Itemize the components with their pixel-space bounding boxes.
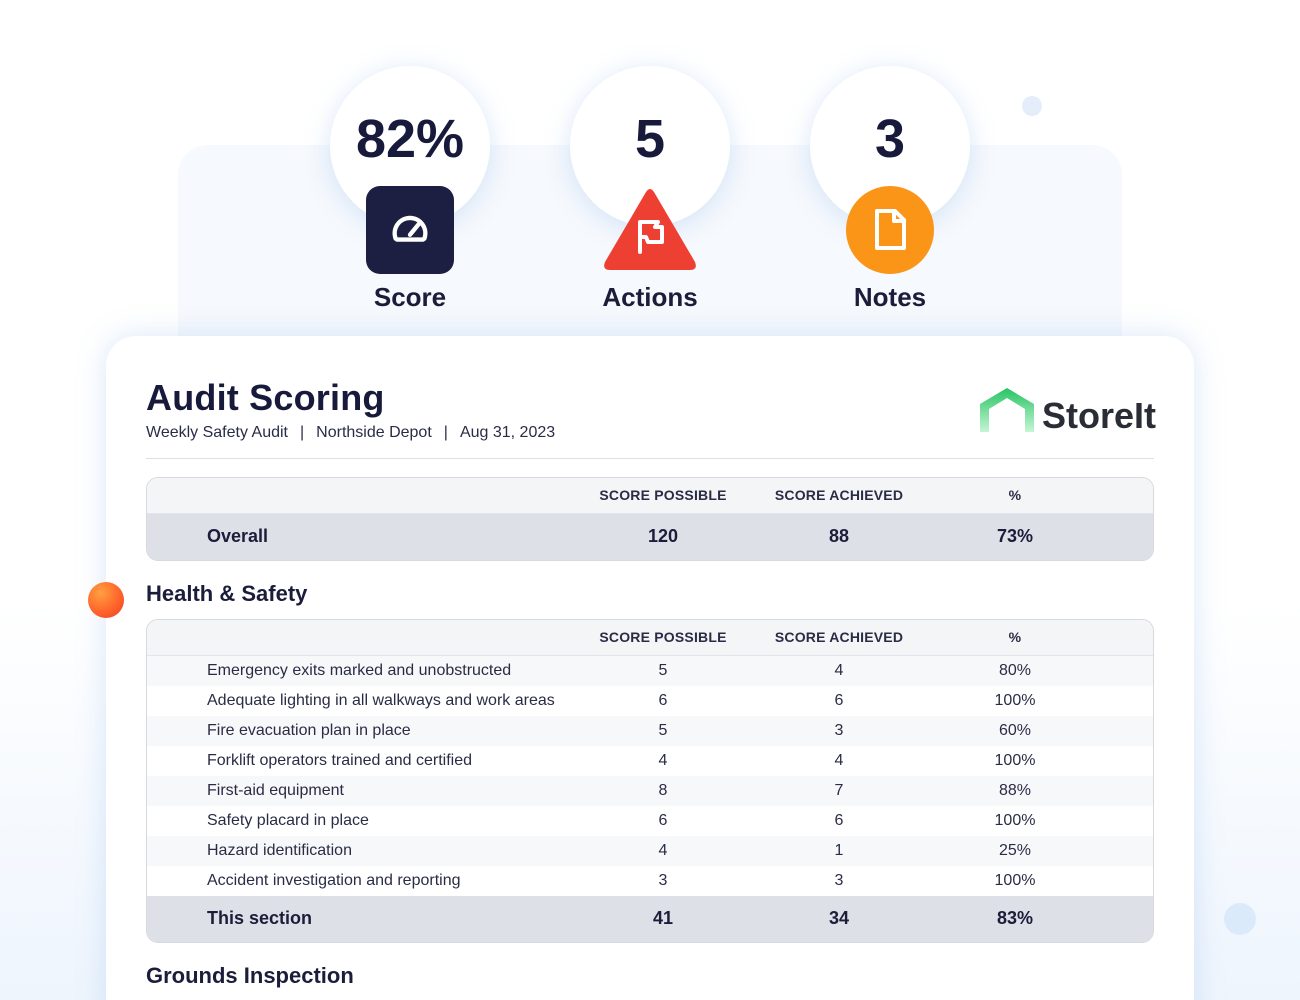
company-logo: StoreIt — [976, 384, 1156, 434]
score-achieved: 4 — [834, 661, 844, 679]
table-body: Emergency exits marked and unobstructed … — [147, 655, 1153, 896]
score-percent: 80% — [998, 661, 1032, 679]
question-label: Hazard identification — [207, 841, 352, 859]
score-achieved: 6 — [834, 691, 844, 709]
audit-site: Northside Depot — [316, 423, 432, 441]
speedometer-icon — [366, 186, 454, 274]
col-score-achieved: SCORE ACHIEVED — [774, 629, 904, 646]
question-label: Emergency exits marked and unobstructed — [207, 661, 512, 679]
section-total-row: This section 41 34 83% — [147, 895, 1153, 942]
overall-row: Overall 120 88 73% — [147, 513, 1153, 560]
table-row: Safety placard in place 6 6 100% — [147, 806, 1153, 836]
score-achieved: 6 — [834, 811, 844, 829]
meta-separator: | — [443, 423, 448, 441]
stat-actions: 5 Actions — [570, 66, 730, 312]
table-header: SCORE POSSIBLE SCORE ACHIEVED % — [147, 619, 1153, 656]
table-row: Emergency exits marked and unobstructed … — [147, 655, 1153, 686]
row-label: Overall — [207, 526, 269, 547]
score-possible: 6 — [658, 691, 668, 709]
question-label: Forklift operators trained and certified — [207, 751, 473, 769]
question-label: Adequate lighting in all walkways and wo… — [207, 691, 555, 709]
score-possible: 8 — [658, 781, 668, 799]
table-row: Adequate lighting in all walkways and wo… — [147, 686, 1153, 716]
score-percent: 83% — [996, 908, 1034, 929]
table-row: Forklift operators trained and certified… — [147, 746, 1153, 776]
stat-label-notes: Notes — [853, 282, 927, 312]
score-percent: 100% — [994, 811, 1036, 829]
score-percent: 60% — [998, 721, 1032, 739]
score-possible: 6 — [658, 811, 668, 829]
score-achieved: 3 — [834, 871, 844, 889]
score-percent: 100% — [994, 691, 1036, 709]
score-percent: 100% — [994, 751, 1036, 769]
col-percent: % — [1008, 629, 1022, 646]
score-possible: 5 — [658, 661, 668, 679]
score-percent: 100% — [994, 871, 1036, 889]
score-possible: 5 — [658, 721, 668, 739]
document-icon — [846, 186, 934, 274]
health-safety-table: SCORE POSSIBLE SCORE ACHIEVED % Emergenc… — [146, 618, 1154, 943]
score-possible: 3 — [658, 871, 668, 889]
score-achieved: 3 — [834, 721, 844, 739]
divider — [146, 457, 1154, 459]
col-percent: % — [1008, 487, 1022, 504]
stat-label-score: Score — [373, 282, 447, 312]
stat-label-actions: Actions — [602, 282, 698, 312]
score-possible: 41 — [652, 908, 674, 929]
section-title-health-safety: Health & Safety — [146, 580, 308, 606]
stat-notes: 3 Notes — [810, 66, 970, 312]
score-achieved: 7 — [834, 781, 844, 799]
score-percent: 25% — [998, 841, 1032, 859]
flag-icon — [602, 186, 698, 272]
table-row: First-aid equipment 8 7 88% — [147, 775, 1153, 806]
question-label: Accident investigation and reporting — [207, 871, 461, 889]
score-possible: 4 — [658, 841, 668, 859]
score-achieved: 4 — [834, 751, 844, 769]
decorative-orange-dot — [88, 582, 124, 618]
house-logo-icon — [979, 388, 1034, 432]
meta-separator: | — [300, 423, 305, 441]
score-percent: 88% — [998, 781, 1032, 799]
score-possible: 120 — [647, 526, 679, 547]
question-label: First-aid equipment — [207, 781, 344, 799]
table-header: SCORE POSSIBLE SCORE ACHIEVED % — [147, 477, 1153, 514]
overall-score-table: SCORE POSSIBLE SCORE ACHIEVED % Overall … — [146, 476, 1154, 561]
score-achieved: 34 — [828, 908, 850, 929]
question-label: Fire evacuation plan in place — [207, 721, 411, 739]
logo-text: StoreIt — [1041, 395, 1156, 436]
col-score-possible: SCORE POSSIBLE — [599, 487, 727, 504]
row-label: This section — [207, 908, 313, 929]
score-achieved: 88 — [828, 526, 850, 547]
question-label: Safety placard in place — [207, 811, 369, 829]
audit-date: Aug 31, 2023 — [459, 423, 556, 441]
table-row: Fire evacuation plan in place 5 3 60% — [147, 715, 1153, 746]
col-score-achieved: SCORE ACHIEVED — [774, 487, 904, 504]
score-percent: 73% — [996, 526, 1034, 547]
score-achieved: 1 — [834, 841, 844, 859]
table-row: Hazard identification 4 1 25% — [147, 835, 1153, 866]
stat-score: 82% Score — [330, 66, 490, 312]
col-score-possible: SCORE POSSIBLE — [599, 629, 727, 646]
section-title-grounds-inspection: Grounds Inspection — [146, 962, 354, 988]
audit-template-name: Weekly Safety Audit — [146, 423, 288, 441]
audit-report-card: Audit Scoring Weekly Safety Audit | Norths… — [106, 336, 1194, 1000]
table-row: Accident investigation and reporting 3 3… — [147, 866, 1153, 896]
decorative-dot — [1224, 903, 1256, 935]
decorative-dot — [1022, 96, 1042, 116]
score-possible: 4 — [658, 751, 668, 769]
